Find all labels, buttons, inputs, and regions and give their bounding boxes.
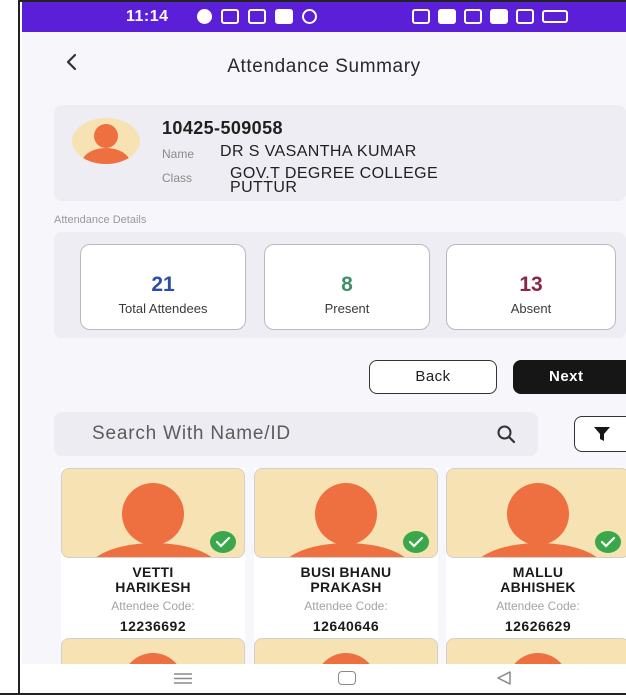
check-icon xyxy=(403,531,429,553)
back-button[interactable]: Back xyxy=(369,360,497,394)
attendee-card[interactable]: BUSI BHANU PRAKASH Attendee Code: 126406… xyxy=(254,468,438,642)
notification-icon xyxy=(197,9,212,24)
class-label: Class xyxy=(162,171,193,185)
attendance-stats-card: 21 Total Attendees 8 Present 13 Absent xyxy=(54,232,626,338)
attendance-details-label: Attendance Details xyxy=(54,214,147,226)
notification-icon xyxy=(302,9,317,24)
attendee-card[interactable]: VETTI HARIKESH Attendee Code: 12236692 xyxy=(61,468,245,642)
nav-menu-icon[interactable] xyxy=(174,673,192,684)
attendee-code: 12640646 xyxy=(312,618,380,634)
absent-value: 13 xyxy=(519,273,543,296)
search-input[interactable] xyxy=(92,423,452,445)
attendee-code-label: Attendee Code: xyxy=(111,599,195,613)
status-time: 11:14 xyxy=(126,8,169,25)
nav-back-icon[interactable] xyxy=(496,670,512,686)
attendee-avatar xyxy=(446,468,626,558)
avatar xyxy=(72,118,140,164)
absent-label: Absent xyxy=(510,301,552,316)
nav-home-icon[interactable] xyxy=(338,671,356,685)
filter-icon xyxy=(594,427,610,441)
total-attendees-stat[interactable]: 21 Total Attendees xyxy=(80,244,246,330)
attendee-name-line2: PRAKASH xyxy=(310,579,382,595)
attendee-name-line1: BUSI BHANU xyxy=(300,564,392,580)
profile-name: DR S VASANTHA KUMAR xyxy=(220,143,417,160)
next-button[interactable]: Next xyxy=(513,360,626,394)
volte-icon xyxy=(464,9,482,24)
present-value: 8 xyxy=(341,273,353,296)
attendee-name-line1: VETTI xyxy=(132,564,174,580)
notification-icon xyxy=(221,9,239,24)
status-system-icons xyxy=(412,9,568,24)
present-stat[interactable]: 8 Present xyxy=(264,244,430,330)
attendee-name: BUSI BHANU PRAKASH xyxy=(254,565,438,595)
attendee-avatar xyxy=(61,468,245,558)
attendee-name: MALLU ABHISHEK xyxy=(446,565,626,595)
status-notification-icons xyxy=(197,9,317,24)
attendee-code-label: Attendee Code: xyxy=(496,599,580,613)
notification-icon xyxy=(248,9,266,24)
attendee-code: 12626629 xyxy=(504,618,572,634)
absent-stat[interactable]: 13 Absent xyxy=(446,244,616,330)
status-bar: 11:14 xyxy=(22,2,626,32)
attendee-name-line2: ABHISHEK xyxy=(500,579,576,595)
profile-code: 10425-509058 xyxy=(162,118,283,138)
signal-icon xyxy=(490,9,508,24)
search-icon[interactable] xyxy=(496,424,516,444)
check-icon xyxy=(210,531,236,553)
nfc-icon xyxy=(412,9,430,24)
attendee-code-label: Attendee Code: xyxy=(304,599,388,613)
battery-icon xyxy=(542,10,568,23)
phone-screen: 11:14 Attendance Summary 10425-509058 Na… xyxy=(22,2,626,693)
attendee-name-line1: MALLU xyxy=(512,564,564,580)
frame-left-border xyxy=(0,0,20,695)
app-header: Attendance Summary xyxy=(22,32,626,102)
total-attendees-label: Total Attendees xyxy=(118,301,208,316)
attendee-name-line2: HARIKESH xyxy=(115,579,191,595)
attendee-avatar xyxy=(254,468,438,558)
name-label: Name xyxy=(162,147,195,161)
attendee-name: VETTI HARIKESH xyxy=(61,565,245,595)
profile-class-line2: PUTTUR xyxy=(230,179,298,196)
signal-4g-icon xyxy=(516,9,534,24)
profile-class: GOV.T DEGREE COLLEGE PUTTUR xyxy=(230,166,560,196)
attendee-code: 12236692 xyxy=(119,618,187,634)
attendee-card[interactable]: MALLU ABHISHEK Attendee Code: 12626629 xyxy=(446,468,626,642)
present-label: Present xyxy=(324,301,370,316)
total-attendees-value: 21 xyxy=(151,273,175,296)
filter-button[interactable] xyxy=(574,416,626,452)
vibrate-icon xyxy=(438,9,456,24)
profile-card: 10425-509058 Name DR S VASANTHA KUMAR Cl… xyxy=(54,105,626,201)
system-nav-bar xyxy=(22,664,626,693)
search-bar xyxy=(54,412,538,456)
page-title: Attendance Summary xyxy=(227,56,421,77)
check-icon xyxy=(595,531,621,553)
notification-icon xyxy=(275,9,293,24)
